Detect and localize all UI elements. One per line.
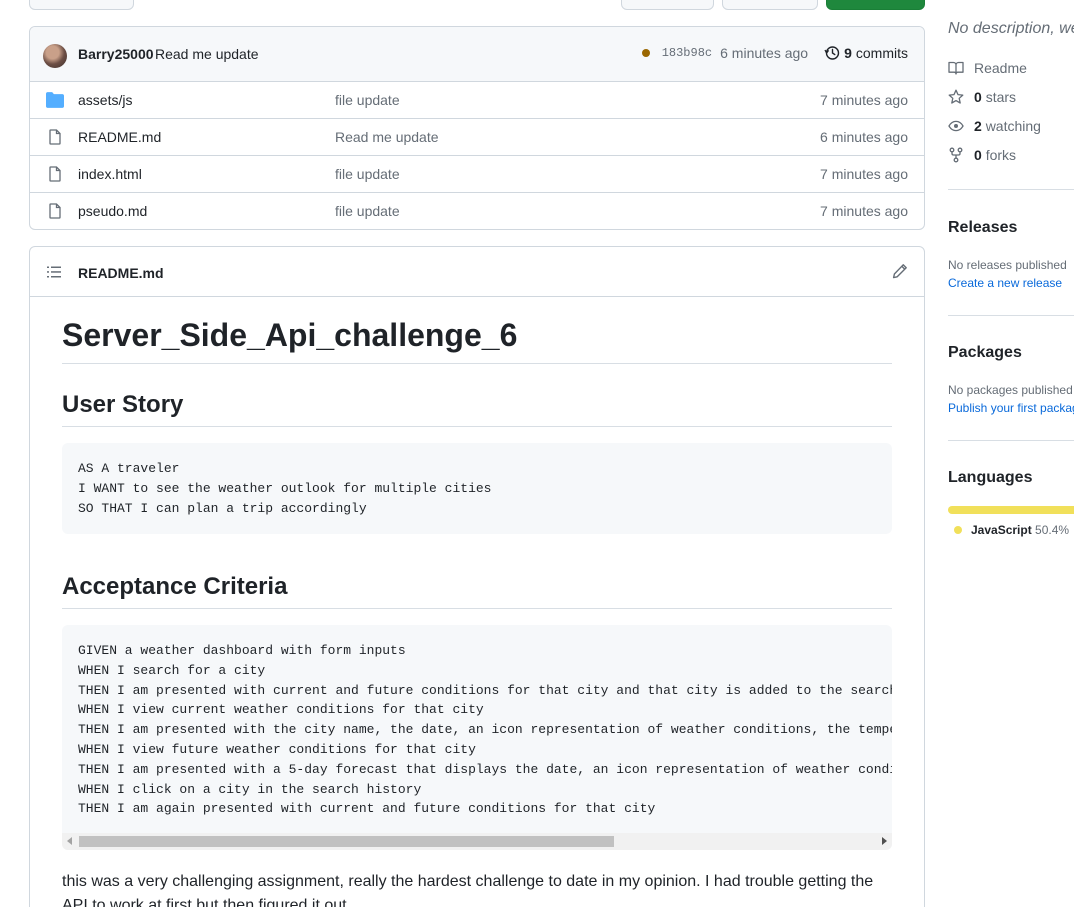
heading-acceptance-criteria: Acceptance Criteria bbox=[62, 572, 892, 609]
file-commit-message[interactable]: file update bbox=[335, 166, 400, 182]
forks-label: forks bbox=[985, 147, 1017, 163]
file-commit-message[interactable]: file update bbox=[335, 92, 400, 108]
readme-filename[interactable]: README.md bbox=[78, 265, 164, 281]
releases-heading[interactable]: Releases bbox=[948, 219, 1017, 237]
book-icon bbox=[948, 61, 964, 75]
commit-meta: 183b98c 6 minutes ago 9 commits bbox=[641, 45, 908, 61]
star-icon bbox=[948, 89, 964, 104]
eye-icon bbox=[948, 120, 964, 132]
history-icon bbox=[824, 46, 840, 60]
sidebar-divider bbox=[948, 189, 1074, 190]
create-release-link[interactable]: Create a new release bbox=[948, 276, 1062, 290]
code-button[interactable] bbox=[826, 0, 925, 10]
user-story-code: AS A traveler I WANT to see the weather … bbox=[78, 461, 492, 516]
commit-status-dot[interactable] bbox=[641, 49, 650, 57]
scrollbar-thumb[interactable] bbox=[79, 836, 614, 847]
branch-button[interactable] bbox=[29, 0, 134, 10]
commits-link[interactable]: 9 commits bbox=[824, 45, 908, 61]
file-row-index[interactable]: index.html file update 7 minutes ago bbox=[30, 156, 924, 193]
commits-label: commits bbox=[855, 45, 908, 61]
file-row-pseudo[interactable]: pseudo.md file update 7 minutes ago bbox=[30, 193, 924, 229]
language-item-javascript[interactable]: JavaScript 50.4% bbox=[954, 523, 1069, 537]
outline-list-icon[interactable] bbox=[46, 264, 62, 280]
stars-link[interactable]: 0 stars bbox=[948, 89, 1016, 105]
file-time: 6 minutes ago bbox=[820, 129, 908, 145]
readme-panel: README.md Server_Side_Api_challenge_6 Us… bbox=[29, 246, 925, 907]
readme-header: README.md bbox=[30, 247, 924, 297]
file-row-readme[interactable]: README.md Read me update 6 minutes ago bbox=[30, 119, 924, 156]
watching-link[interactable]: 2 watching bbox=[948, 118, 1041, 134]
forks-count: 0 bbox=[974, 147, 982, 163]
language-bar bbox=[948, 506, 1074, 514]
file-name[interactable]: index.html bbox=[78, 166, 142, 182]
language-color-dot bbox=[954, 526, 962, 534]
acceptance-code: GIVEN a weather dashboard with form inpu… bbox=[78, 643, 892, 817]
watching-label: watching bbox=[985, 118, 1041, 134]
packages-heading[interactable]: Packages bbox=[948, 344, 1022, 362]
language-percent: 50.4% bbox=[1035, 523, 1070, 537]
file-commit-message[interactable]: file update bbox=[335, 203, 400, 219]
commits-count: 9 bbox=[844, 45, 852, 61]
readme-title: Server_Side_Api_challenge_6 bbox=[62, 317, 892, 364]
horizontal-scrollbar[interactable] bbox=[62, 833, 892, 850]
heading-user-story: User Story bbox=[62, 390, 892, 427]
stars-label: stars bbox=[985, 89, 1017, 105]
add-file-button[interactable] bbox=[722, 0, 818, 10]
readme-content: Server_Side_Api_challenge_6 User Story A… bbox=[62, 297, 892, 907]
language-name: JavaScript bbox=[971, 523, 1032, 537]
user-story-code-block: AS A traveler I WANT to see the weather … bbox=[62, 443, 892, 534]
file-time: 7 minutes ago bbox=[820, 203, 908, 219]
avatar[interactable] bbox=[43, 44, 67, 68]
commit-message[interactable]: Read me update bbox=[155, 46, 259, 62]
fork-icon bbox=[949, 147, 963, 163]
file-name[interactable]: assets/js bbox=[78, 92, 132, 108]
commit-sha[interactable]: 183b98c bbox=[662, 46, 712, 60]
file-icon bbox=[49, 166, 61, 182]
commit-author[interactable]: Barry25000 bbox=[78, 46, 154, 62]
readme-paragraph: this was a very challenging assignment, … bbox=[62, 873, 874, 907]
go-to-file-button[interactable] bbox=[621, 0, 714, 10]
publish-package-link[interactable]: Publish your first package bbox=[948, 401, 1074, 415]
languages-heading: Languages bbox=[948, 469, 1033, 486]
forks-link[interactable]: 0 forks bbox=[948, 147, 1016, 163]
file-time: 7 minutes ago bbox=[820, 166, 908, 182]
latest-commit-bar: Barry25000 Read me update 183b98c 6 minu… bbox=[30, 27, 924, 82]
packages-empty-text: No packages published bbox=[948, 383, 1073, 397]
releases-empty-text: No releases published bbox=[948, 258, 1067, 272]
sidebar-divider bbox=[948, 440, 1074, 441]
file-icon bbox=[49, 129, 61, 145]
commit-time: 6 minutes ago bbox=[720, 45, 809, 61]
about-description: No description, website, or topics provi… bbox=[948, 20, 1074, 37]
readme-link[interactable]: Readme bbox=[948, 60, 1027, 76]
file-name[interactable]: README.md bbox=[78, 129, 161, 145]
sidebar-divider bbox=[948, 315, 1074, 316]
watching-count: 2 bbox=[974, 118, 982, 134]
file-browser: Barry25000 Read me update 183b98c 6 minu… bbox=[29, 26, 925, 230]
about-sidebar: No description, website, or topics provi… bbox=[948, 0, 1074, 907]
file-icon bbox=[49, 203, 61, 219]
file-commit-message[interactable]: Read me update bbox=[335, 129, 439, 145]
acceptance-code-block: GIVEN a weather dashboard with form inpu… bbox=[62, 625, 892, 850]
file-name[interactable]: pseudo.md bbox=[78, 203, 147, 219]
readme-link-label: Readme bbox=[974, 60, 1027, 76]
folder-icon bbox=[46, 92, 64, 108]
file-row-assets[interactable]: assets/js file update 7 minutes ago bbox=[30, 82, 924, 119]
pencil-icon[interactable] bbox=[892, 263, 908, 279]
scroll-right-arrow[interactable] bbox=[882, 837, 887, 845]
stars-count: 0 bbox=[974, 89, 982, 105]
scroll-left-arrow[interactable] bbox=[67, 837, 72, 845]
file-time: 7 minutes ago bbox=[820, 92, 908, 108]
